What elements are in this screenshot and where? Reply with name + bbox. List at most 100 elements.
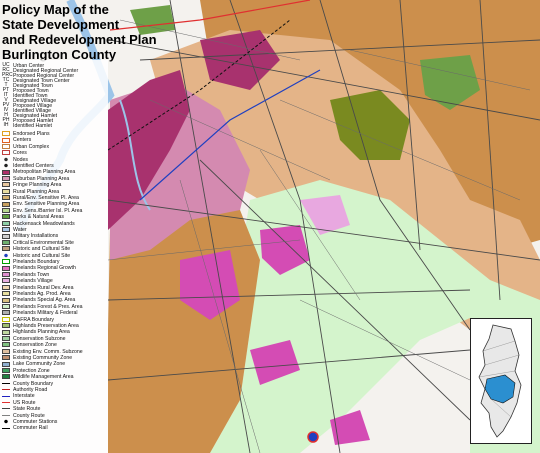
- legend-label: Pinelands Rural Dev. Area: [13, 284, 74, 291]
- legend-swatch: [2, 284, 10, 290]
- legend-label: Military Installations: [13, 233, 59, 240]
- legend-label: CAFRA Boundary: [13, 316, 54, 323]
- center-code-label: Identified Hamlet: [13, 122, 52, 129]
- legend-label: Pinelands Regional Growth: [13, 265, 76, 272]
- legend-swatch: [2, 175, 10, 181]
- legend-swatch: [2, 214, 10, 220]
- legend-swatch: [2, 367, 10, 373]
- legend-label: Critical Environmental Site: [13, 239, 74, 246]
- legend-label: Pinelands Ag. Prod. Area: [13, 291, 71, 297]
- historic-site-marker: [307, 431, 319, 443]
- legend-label: Suburban Planning Area: [13, 175, 70, 182]
- legend-label: Historic and Cultural Site: [13, 246, 71, 253]
- legend-swatch: [2, 156, 10, 162]
- legend-swatch: [2, 252, 10, 258]
- legend-swatch: [2, 201, 10, 207]
- legend-label: Protection Zone: [13, 367, 50, 374]
- new-jersey-locator-inset: [470, 318, 532, 444]
- legend-label: Wildlife Management Area: [13, 374, 74, 381]
- legend-swatch: [2, 382, 10, 384]
- legend-item: Commuter Rail: [2, 425, 48, 432]
- legend-label: Endorsed Plans: [13, 131, 50, 137]
- legend-label: Existing Community Zone: [13, 355, 73, 361]
- legend-swatch: [2, 137, 10, 143]
- legend-label: Authority Road: [13, 387, 48, 393]
- legend-label: Commuter Rail: [13, 425, 48, 432]
- legend-label: Identified Centers: [13, 163, 54, 169]
- legend-label: Pinelands Town: [13, 271, 50, 278]
- legend-swatch: [2, 335, 10, 341]
- center-code-symbol: IH: [3, 122, 9, 128]
- legend-swatch: [2, 408, 10, 410]
- legend-swatch: [2, 361, 10, 367]
- title-line-2: State Development: [2, 17, 120, 32]
- legend-center-code: IH Identified Hamlet: [2, 122, 52, 129]
- nj-outline-map: [478, 324, 522, 438]
- legend-label: Parks & Natural Areas: [13, 214, 65, 221]
- legend-swatch: [2, 297, 10, 303]
- legend-swatch: [2, 395, 10, 397]
- legend-swatch: [2, 355, 10, 361]
- legend-swatch: [2, 220, 10, 226]
- legend-swatch: [2, 150, 10, 156]
- legend-label: Rural/Env. Sensitive Pl. Area: [13, 195, 79, 201]
- legend-label: Water: [13, 227, 27, 233]
- legend-label: Highlands Preservation Area: [13, 323, 79, 329]
- legend-swatch: [2, 419, 10, 425]
- legend-swatch: [2, 195, 10, 201]
- legend-swatch: [2, 310, 10, 316]
- legend-label: Centers: [13, 137, 32, 144]
- legend-swatch: [2, 389, 10, 391]
- legend-swatch: [2, 401, 10, 403]
- legend-label: State Route: [13, 406, 41, 413]
- legend-swatch: [2, 291, 10, 297]
- legend-swatch: [2, 227, 10, 233]
- legend-label: Pinelands Forest & Pres. Area: [13, 303, 83, 310]
- legend-label: Conservation Subzone: [13, 335, 66, 342]
- legend-swatch: [2, 374, 10, 380]
- legend-label: Env. Sens./Barrier Isl. Pl. Area: [13, 207, 83, 214]
- legend-label: Existing Env. Comm. Subzone: [13, 348, 83, 355]
- policy-map[interactable]: Policy Map of the State Development and …: [0, 0, 540, 453]
- legend-swatch: [2, 239, 10, 245]
- title-line-3: and Redevelopment Plan: [2, 32, 157, 47]
- legend-swatch: [2, 427, 10, 429]
- legend-label: Urban Complex: [13, 143, 50, 150]
- legend-label: Hackensack Meadowlands: [13, 220, 75, 227]
- legend-swatch: [2, 169, 10, 175]
- legend-label: Historic and Cultural Site: [13, 252, 71, 259]
- legend-swatch: [2, 163, 10, 169]
- legend-label: US Route: [13, 399, 36, 406]
- legend-label: Conservation Zone: [13, 342, 57, 349]
- legend-swatch: [2, 246, 10, 252]
- legend-label: Pinelands Special Ag. Area: [13, 297, 76, 304]
- legend-swatch: [2, 265, 10, 271]
- legend-swatch: [2, 278, 10, 284]
- legend-label: Metropolitan Planning Area: [13, 169, 76, 176]
- legend-label: Highlands Planning Area: [13, 329, 70, 336]
- legend-label: Lake Community Zone: [13, 361, 66, 368]
- legend-swatch: [2, 271, 10, 277]
- legend-label: Pinelands Boundary: [13, 259, 60, 265]
- legend-swatch: [2, 143, 10, 149]
- map-title: Policy Map of the State Development and …: [2, 2, 168, 62]
- map-legend: UC Urban Center RC Designated Regional Cent…: [0, 60, 108, 453]
- legend-swatch: [2, 342, 10, 348]
- legend-label: Cores: [13, 150, 27, 157]
- legend-label: Pinelands Village: [13, 278, 53, 285]
- legend-swatch: [2, 207, 10, 213]
- legend-swatch: [2, 323, 10, 329]
- legend-label: Interstate: [13, 393, 35, 400]
- legend-label: County Route: [13, 412, 45, 419]
- legend-swatch: [2, 188, 10, 194]
- legend-swatch: [2, 303, 10, 309]
- legend-swatch: [2, 233, 10, 239]
- title-line-1: Policy Map of the: [2, 2, 109, 17]
- legend-swatch: [2, 259, 10, 265]
- legend-swatch: [2, 348, 10, 354]
- legend-swatch: [2, 131, 10, 137]
- legend-swatch: [2, 414, 10, 416]
- legend-label: Commuter Stations: [13, 419, 58, 425]
- legend-label: Pinelands Military & Federal: [13, 310, 78, 317]
- legend-swatch: [2, 182, 10, 188]
